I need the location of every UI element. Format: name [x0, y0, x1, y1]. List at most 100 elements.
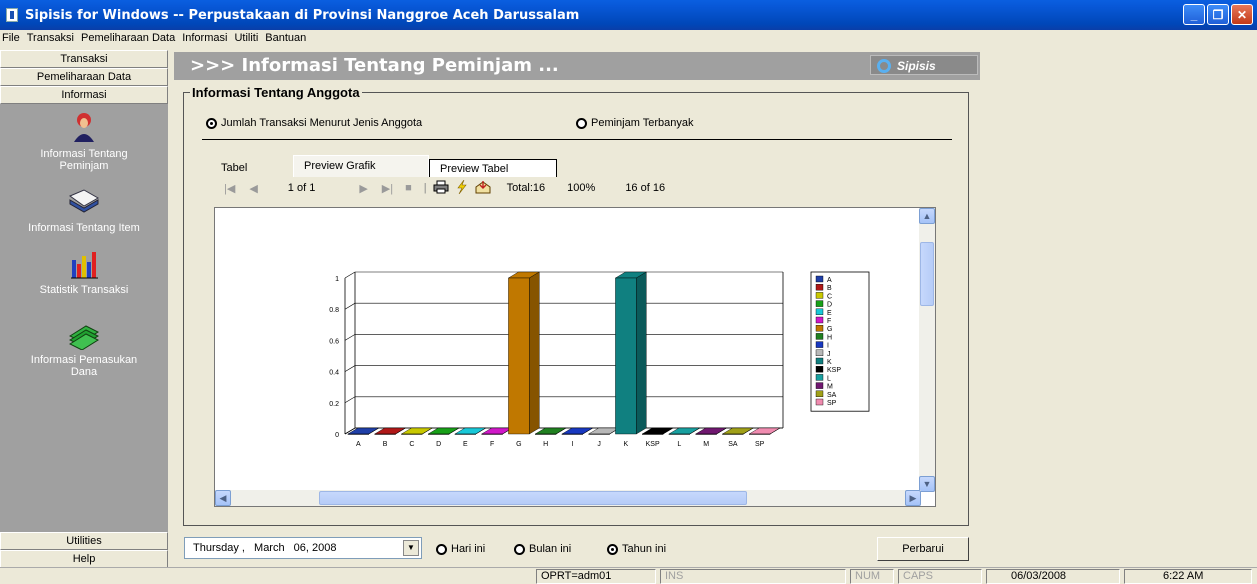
bar [508, 277, 530, 435]
legend-swatch [815, 308, 824, 316]
bar-chart-icon [66, 248, 102, 280]
lightning-icon[interactable] [455, 179, 469, 197]
date-picker[interactable]: Thursday , March 06, 2008 ▼ [184, 537, 422, 559]
sidebar-item-peminjam[interactable]: Informasi Tentang Peminjam [0, 112, 168, 172]
radio-label: Bulan ini [529, 543, 572, 555]
date-rest: 06, 2008 [293, 542, 337, 554]
radio-label: Peminjam Terbanyak [591, 117, 694, 129]
export-icon[interactable] [475, 180, 491, 197]
separator [202, 139, 952, 140]
status-num: NUM [850, 569, 894, 584]
sidebar-item-dana[interactable]: Informasi Pemasukan Dana [0, 318, 168, 378]
x-tick-label: F [490, 441, 494, 448]
sipisis-logo: Sipisis [870, 55, 978, 75]
scroll-thumb-v[interactable] [920, 242, 934, 306]
tab-tabel[interactable]: Tabel [211, 159, 293, 177]
legend-swatch [815, 390, 824, 398]
x-tick-label: C [409, 441, 414, 448]
bar [401, 433, 423, 435]
title-bar: Sipisis for Windows -- Perpustakaan di P… [0, 0, 1257, 30]
x-tick-label: SP [755, 441, 765, 448]
sidebar: Transaksi Pemeliharaan Data Informasi In… [0, 50, 168, 568]
scroll-right-icon[interactable]: ▶ [905, 490, 921, 506]
menu-pemeliharaan-data[interactable]: Pemeliharaan Data [81, 32, 175, 44]
legend-swatch [815, 324, 824, 332]
money-icon [66, 318, 102, 351]
x-tick-label: A [356, 441, 361, 448]
radio-peminjam-terbanyak[interactable]: Peminjam Terbanyak [576, 117, 694, 129]
legend-label: M [827, 384, 833, 391]
radio-label: Hari ini [451, 543, 486, 555]
minimize-button[interactable]: _ [1183, 4, 1205, 25]
perbarui-button[interactable]: Perbarui [877, 537, 969, 561]
total-label: Total:16 [506, 182, 546, 194]
tab-preview-grafik[interactable]: Preview Grafik [293, 155, 429, 177]
menu-file[interactable]: File [2, 32, 20, 44]
legend-label: G [827, 326, 832, 333]
scroll-thumb-h[interactable] [319, 491, 747, 505]
date-month: March [254, 542, 285, 554]
person-icon [66, 112, 102, 144]
x-tick-label: J [597, 441, 601, 448]
legend-label: F [827, 318, 831, 325]
radio-bulan-ini[interactable]: Bulan ini [514, 543, 571, 555]
close-button[interactable]: ✕ [1231, 4, 1253, 25]
gridline [344, 334, 783, 341]
last-page-icon[interactable]: ▶| [382, 182, 393, 195]
first-page-icon[interactable]: |◀ [224, 182, 235, 195]
sidebar-item-label: Informasi Pemasukan Dana [30, 354, 138, 378]
report-viewer: 0 0.2 0.4 0.6 0.8 1 A B C D E F G H I J K KSP L M SA SP A B C D E F… [214, 207, 936, 507]
scroll-up-icon[interactable]: ▲ [919, 208, 935, 224]
x-tick-label: SA [728, 441, 738, 448]
prev-page-icon[interactable]: ◀ [249, 182, 257, 195]
tab-preview-tabel[interactable]: Preview Tabel [429, 159, 557, 177]
app-icon [6, 8, 18, 22]
page-indicator: 1 of 1 [287, 182, 316, 194]
menu-bantuan[interactable]: Bantuan [265, 32, 306, 44]
sidebar-header-pemeliharaan[interactable]: Pemeliharaan Data [0, 68, 168, 86]
status-date: 06/03/2008 [986, 569, 1120, 584]
logo-text: Sipisis [897, 59, 936, 73]
gridline [344, 271, 783, 279]
sidebar-header-informasi[interactable]: Informasi [0, 86, 168, 104]
horizontal-scrollbar[interactable]: ◀ ▶ [215, 490, 921, 506]
y-tick-label: 0 [335, 432, 339, 439]
legend-label: K [827, 359, 832, 366]
menu-utiliti[interactable]: Utiliti [234, 32, 258, 44]
sidebar-item-statistik[interactable]: Statistik Transaksi [0, 248, 168, 296]
sidebar-header-transaksi[interactable]: Transaksi [0, 50, 168, 68]
menu-informasi[interactable]: Informasi [182, 32, 227, 44]
chevron-down-icon[interactable]: ▼ [403, 540, 419, 556]
vertical-scrollbar[interactable]: ▲ ▼ [919, 208, 935, 492]
book-icon [66, 186, 102, 218]
radio-hari-ini[interactable]: Hari ini [436, 543, 485, 555]
next-page-icon[interactable]: ▶ [359, 182, 367, 195]
legend-swatch [815, 382, 824, 389]
legend-label: SA [827, 392, 837, 399]
bar [668, 433, 691, 435]
bar [695, 433, 717, 435]
stop-icon[interactable]: ■ [405, 182, 412, 194]
window-controls: _ ❐ ✕ [1183, 4, 1253, 25]
bar [722, 433, 744, 435]
radio-tahun-ini[interactable]: Tahun ini [607, 543, 666, 555]
status-operator: OPRT=adm01 [536, 569, 656, 584]
sidebar-header-utilities[interactable]: Utilities [0, 532, 168, 550]
legend-label: SP [827, 400, 837, 407]
x-tick-label: M [703, 441, 709, 448]
scroll-left-icon[interactable]: ◀ [215, 490, 231, 506]
radio-jenis-anggota[interactable]: Jumlah Transaksi Menurut Jenis Anggota [206, 117, 422, 129]
status-ins: INS [660, 569, 846, 584]
legend-label: I [827, 343, 829, 350]
print-icon[interactable] [433, 180, 449, 197]
sidebar-header-help[interactable]: Help [0, 550, 168, 568]
date-day: Thursday , [193, 542, 245, 554]
scroll-down-icon[interactable]: ▼ [919, 476, 935, 492]
bar [641, 433, 664, 435]
restore-button[interactable]: ❐ [1207, 4, 1229, 25]
x-tick-label: H [543, 441, 548, 448]
menu-transaksi[interactable]: Transaksi [27, 32, 74, 44]
tab-strip: Tabel Preview Grafik Preview Tabel [211, 155, 557, 177]
sidebar-item-item[interactable]: Informasi Tentang Item [0, 186, 168, 234]
legend-swatch [815, 300, 824, 307]
